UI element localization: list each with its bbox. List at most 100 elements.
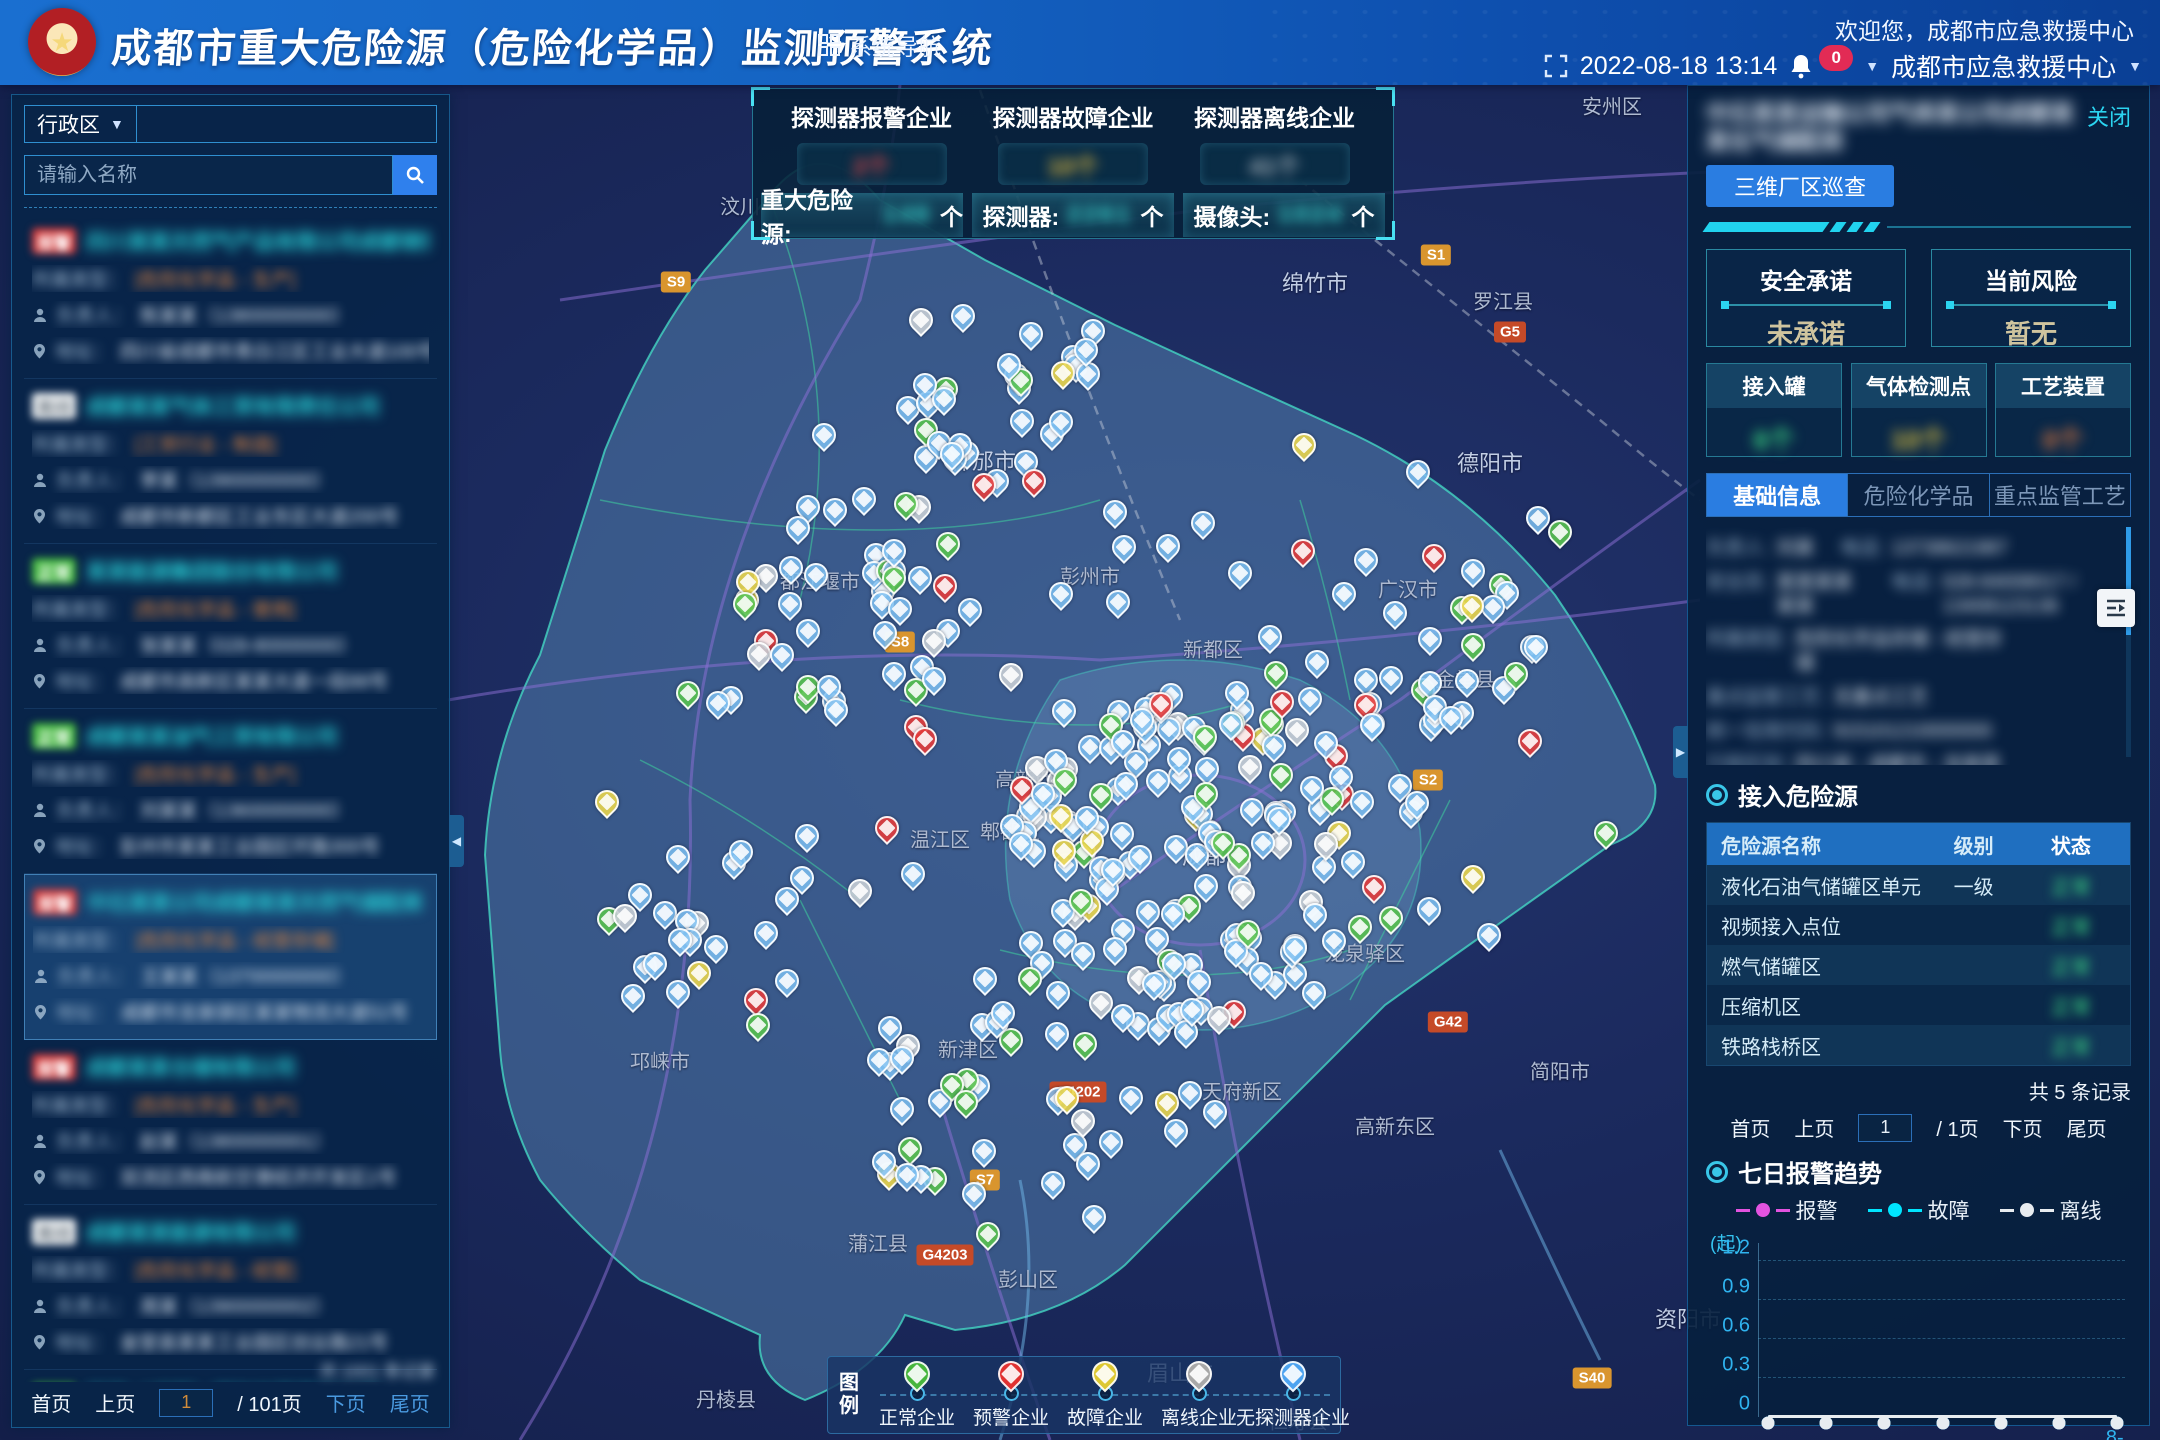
- info-row: 负责人:刘某电话:13738621987: [1706, 537, 2117, 561]
- pagination-last[interactable]: 尾页: [390, 1388, 430, 1417]
- pagination-prev[interactable]: 上页: [1794, 1113, 1834, 1142]
- company-name: 某某能源集团股份有限公司: [86, 556, 338, 586]
- road-shield-label: G5: [1494, 322, 1526, 343]
- search-icon: [405, 165, 425, 185]
- hazard-pagination: 首页 上页 1 / 1页 下页 尾页: [1706, 1113, 2131, 1142]
- search-button[interactable]: [393, 155, 437, 195]
- person-icon: [33, 968, 49, 984]
- table-row[interactable]: 视频接入点位正常: [1707, 905, 2130, 945]
- status-badge: 正常: [32, 558, 76, 584]
- company-contact-line: 负责人：周某（13900000002）: [32, 1292, 429, 1319]
- table-header-row: 危险源名称级别状态: [1707, 823, 2130, 865]
- map-place-label: 彭山区: [998, 1264, 1058, 1293]
- org-dropdown[interactable]: 成都市应急救援中心: [1891, 48, 2116, 84]
- card-divider: [1723, 304, 1889, 306]
- district-dropdown[interactable]: 行政区 ▼: [24, 105, 137, 143]
- district-value-box[interactable]: [137, 105, 437, 143]
- card-value: 未承诺: [1707, 314, 1905, 351]
- pagination-prev[interactable]: 上页: [95, 1388, 135, 1417]
- section-divider: [1706, 221, 2131, 233]
- company-list-item[interactable]: 离线成都某某能源有限公司所属类型：[危险化学品 - 经营]负责人：周某（1390…: [24, 1205, 437, 1370]
- company-list-item[interactable]: 报警中石某某公司成都某某天然气储配库所属类型：[危险化学品 - 经营存储]负责人…: [24, 874, 437, 1040]
- person-icon: [32, 637, 48, 653]
- company-list-item[interactable]: 报警四川某某天然气产品有限公司成都销售分公司所属类型：[危险化学品 - 生产]负…: [24, 214, 437, 379]
- close-button[interactable]: 关闭: [2087, 100, 2131, 132]
- y-tick-label: 0.9: [1706, 1276, 1750, 1299]
- map-place-label: 绵竹市: [1282, 266, 1348, 298]
- pagination-last[interactable]: 尾页: [2067, 1113, 2107, 1142]
- company-list-item[interactable]: 离线成都某某气体工贸有限责任公司所属类型：[工贸行业 - 制造]负责人：李某（1…: [24, 379, 437, 544]
- info-field: 所属类型:危险化学品存储 - 经营存储: [1706, 628, 2005, 676]
- stat-box-title: 工艺装置: [1996, 364, 2130, 408]
- tab-基础信息[interactable]: 基础信息: [1707, 474, 1848, 516]
- stats-columns: 探测器报警企业2个探测器故障企业10个探测器离线企业41个: [753, 89, 1393, 185]
- tab-重点监管工艺[interactable]: 重点监管工艺: [1990, 474, 2130, 516]
- tab-危险化学品[interactable]: 危险化学品: [1848, 474, 1989, 516]
- system-nav-button[interactable]: 系统导航: [818, 28, 941, 62]
- table-row[interactable]: 燃气储罐区正常: [1707, 945, 2130, 985]
- company-address-line: 地址：双流区西南航空港经济开发区1号: [32, 1163, 429, 1190]
- trend-section-header: 七日报警趋势: [1706, 1154, 2131, 1189]
- pagination-first[interactable]: 首页: [31, 1388, 71, 1417]
- company-contact-line: 负责人：李某（13900000000）: [32, 466, 429, 493]
- card-title: 安全承诺: [1707, 262, 1905, 296]
- company-header: 离线成都某某气体工贸有限责任公司: [32, 391, 429, 421]
- pagination-page-input[interactable]: 1: [1858, 1114, 1912, 1142]
- company-name: 成都某某能源有限公司: [86, 1217, 296, 1247]
- fullscreen-icon[interactable]: [1544, 54, 1568, 78]
- map-place-label: 广汉市: [1378, 574, 1438, 603]
- company-contact-line: 负责人：赵某（13800000001）: [32, 1127, 429, 1154]
- person-icon: [32, 307, 48, 323]
- stats-totals: 重大危险源:146个探测器:2261个摄像头:1024个: [753, 185, 1393, 237]
- pagination-page-input[interactable]: 1: [159, 1389, 213, 1417]
- stat-total-label: 重大危险源:: [761, 181, 875, 249]
- map-place-label: 简阳市: [1530, 1056, 1590, 1085]
- table-row[interactable]: 液化石油气储罐区单元一级正常: [1707, 865, 2130, 905]
- y-tick-label: 0: [1706, 1393, 1750, 1416]
- datetime-text: 2022-08-18 13:14: [1580, 52, 1777, 81]
- company-address-line: 地址：四川省成都市青白江区工业大道100号: [32, 337, 429, 364]
- stat-column-value: 2个: [797, 143, 947, 185]
- header-toolbar: 2022-08-18 13:14 0 ▼ 成都市应急救援中心 ▼: [1544, 48, 2142, 84]
- 3d-tour-button[interactable]: 三维厂区巡查: [1706, 165, 1894, 207]
- legend-pin-icon: [899, 1356, 936, 1393]
- company-type-line: 所属类型：[危险化学品 - 使用]: [32, 595, 429, 622]
- sidebar-collapse-handle[interactable]: ◀: [449, 815, 464, 867]
- map-place-label: 安州区: [1582, 91, 1642, 120]
- hazard-record-count: 共 5 条记录: [1706, 1076, 2131, 1105]
- legend-pin-icon: [1181, 1356, 1218, 1393]
- status-badge: 报警: [33, 889, 77, 915]
- stat-total-unit: 个: [1141, 198, 1164, 232]
- pagination-first[interactable]: 首页: [1730, 1113, 1770, 1142]
- company-name: 成都某某仓储有限公司: [86, 1052, 296, 1082]
- bell-caret-icon[interactable]: ▼: [1865, 58, 1879, 74]
- stat-column-title: 探测器报警企业: [779, 99, 964, 133]
- map-legend-items: 正常企业预警企业故障企业离线企业无探测器企业: [870, 1357, 1340, 1433]
- pagination-next[interactable]: 下页: [326, 1388, 366, 1417]
- company-contact-line: 负责人：张某某（028-80000000）: [32, 631, 429, 658]
- map-place-label: 邛崃市: [630, 1046, 690, 1075]
- expand-lines-icon: [2104, 596, 2128, 620]
- hazard-table: 危险源名称级别状态液化石油气储罐区单元一级正常视频接入点位正常燃气储罐区正常压缩…: [1706, 822, 2131, 1066]
- road-shield-label: S2: [1413, 770, 1443, 791]
- person-icon: [32, 1133, 48, 1149]
- company-list-item[interactable]: 正常成都某某油气工贸有限公司所属类型：[危险化学品 - 生产]负责人：刘某某（1…: [24, 709, 437, 874]
- company-type-line: 所属类型：[危险化学品 - 生产]: [32, 760, 429, 787]
- table-row[interactable]: 铁路栈桥区正常: [1707, 1025, 2130, 1065]
- org-caret-icon[interactable]: ▼: [2128, 58, 2142, 74]
- bell-icon[interactable]: [1789, 53, 1813, 79]
- company-list-item[interactable]: 正常某某能源集团股份有限公司所属类型：[危险化学品 - 使用] 负责人：张某某（0…: [24, 544, 437, 709]
- company-type-line: 所属类型：[危险化学品 - 生产]: [32, 1091, 429, 1118]
- company-list-item[interactable]: 报警成都某某仓储有限公司所属类型：[危险化学品 - 生产]负责人：赵某（1380…: [24, 1040, 437, 1205]
- welcome-text: 欢迎您，成都市应急救援中心: [1835, 12, 2134, 46]
- legend-pin-icon: [1087, 1356, 1124, 1393]
- pagination-next[interactable]: 下页: [2003, 1113, 2043, 1142]
- company-type-line: 所属类型：[危险化学品 - 经营]: [32, 1256, 429, 1283]
- company-name: 成都某某油气工贸有限公司: [86, 721, 338, 751]
- stat-box-value: 6个: [1707, 420, 1841, 457]
- table-row[interactable]: 压缩机区正常: [1707, 985, 2130, 1025]
- corner-decor: [1376, 221, 1395, 240]
- expand-panel-button[interactable]: [2097, 589, 2135, 627]
- detail-collapse-handle[interactable]: ▶: [1673, 726, 1688, 778]
- company-search-input[interactable]: [24, 155, 393, 195]
